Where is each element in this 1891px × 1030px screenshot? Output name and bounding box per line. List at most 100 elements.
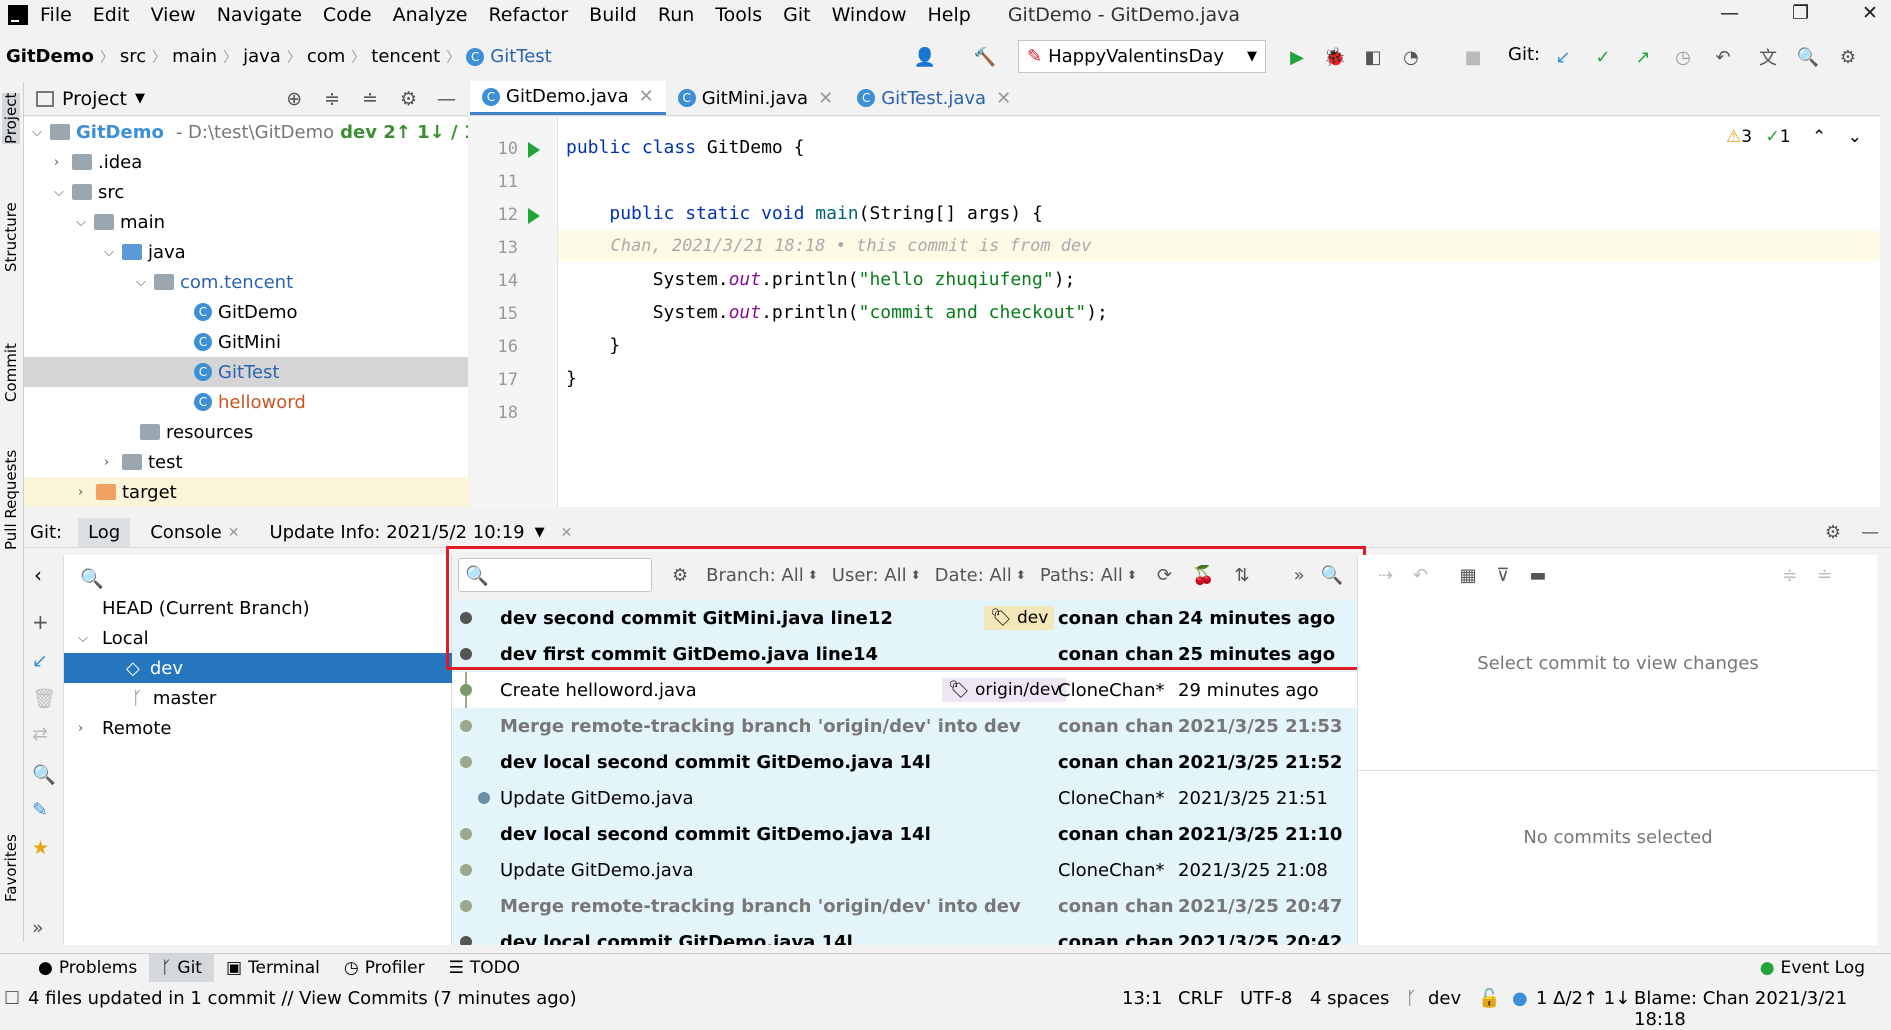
tool-tab-terminal[interactable]: ▣ Terminal — [214, 954, 332, 982]
menu-code[interactable]: Code — [323, 4, 372, 26]
blame-status[interactable]: Blame: Chan 2021/3/21 18:18 — [1634, 988, 1891, 1030]
edit-icon[interactable]: ✎ — [32, 799, 48, 821]
caret-position[interactable]: 13:1 — [1122, 988, 1162, 1009]
tool-tab-favorites[interactable]: Favorites — [2, 834, 20, 902]
run-gutter-icon[interactable] — [528, 142, 540, 158]
menu-refactor[interactable]: Refactor — [488, 4, 568, 26]
inspection-widget[interactable]: ⚠3 ✓1 ⌃ ⌄ — [1726, 127, 1862, 147]
collapse-arrow-icon[interactable]: › — [104, 455, 122, 470]
commit-row[interactable]: dev local commit GitDemo.java 14l conan c… — [452, 924, 1357, 945]
collapse-arrow-icon[interactable]: › — [78, 485, 96, 500]
tool-tab-problems[interactable]: ● Problems — [26, 954, 149, 982]
tree-item-java[interactable]: ⌵ java — [104, 237, 186, 267]
project-title[interactable]: Project — [62, 88, 127, 110]
back-arrow-icon[interactable]: ‹ — [34, 563, 42, 587]
locate-icon[interactable]: ⊕ — [286, 88, 302, 110]
breadcrumb-com[interactable]: com — [307, 46, 345, 67]
menu-build[interactable]: Build — [589, 4, 637, 26]
menu-help[interactable]: Help — [927, 4, 970, 26]
menu-tools[interactable]: Tools — [715, 4, 762, 26]
profile-icon[interactable]: ◔ — [1398, 44, 1424, 70]
translate-icon[interactable]: 文 — [1755, 44, 1781, 70]
expand-all-icon[interactable]: ≑ — [324, 88, 340, 110]
tree-item-helloword[interactable]: Chelloword — [194, 387, 306, 417]
tab-log[interactable]: Log — [78, 518, 131, 547]
rollback-icon[interactable]: ↶ — [1710, 44, 1736, 70]
close-icon[interactable]: ✕ — [818, 88, 833, 109]
menu-git[interactable]: Git — [783, 4, 810, 26]
user-icon[interactable]: 👤 — [912, 44, 938, 70]
code-editor[interactable]: 10 public class GitDemo { 11 12 public s… — [470, 117, 1880, 507]
expand-arrow-icon[interactable]: ⌵ — [136, 275, 154, 290]
status-branch[interactable]: dev — [1428, 988, 1461, 1009]
expand-arrow-icon[interactable]: ⌵ — [54, 185, 72, 200]
search-icon[interactable]: 🔍 — [32, 763, 56, 786]
breadcrumb-src[interactable]: src — [120, 46, 146, 67]
tab-gitdemo-java[interactable]: C GitDemo.java ✕ — [470, 81, 666, 115]
tree-item-gitmini[interactable]: C GitMini — [194, 327, 281, 357]
commit-row[interactable]: Update GitDemo.java CloneChan* 2021/3/25 2… — [452, 852, 1357, 888]
menu-window[interactable]: Window — [832, 4, 907, 26]
close-icon[interactable]: ✕ — [639, 86, 654, 107]
build-hammer-icon[interactable]: 🔨 — [972, 44, 998, 70]
tree-item-idea[interactable]: › .idea — [54, 147, 142, 177]
tool-tab-todo[interactable]: ☰ TODO — [437, 954, 533, 982]
lock-icon[interactable]: 🔓 — [1478, 988, 1500, 1009]
expand-arrow-icon[interactable]: ⌵ — [104, 245, 122, 260]
tree-item-main[interactable]: ⌵ main — [76, 207, 165, 237]
branch-master[interactable]: ᚴ master — [64, 683, 452, 713]
indent-setting[interactable]: 4 spaces — [1310, 988, 1389, 1009]
minimize-icon[interactable]: — — [1720, 2, 1739, 24]
run-gutter-icon[interactable] — [528, 208, 540, 224]
status-message[interactable]: 4 files updated in 1 commit // View Comm… — [28, 988, 577, 1009]
close-icon[interactable]: ✕ — [561, 525, 573, 541]
filter-icon[interactable]: ⊽ — [1496, 565, 1509, 586]
close-window-icon[interactable]: ✕ — [1862, 2, 1878, 24]
commit-row[interactable]: dev local second commit GitDemo.java 14l… — [452, 744, 1357, 780]
expand-all-icon[interactable]: ≑ — [1782, 565, 1797, 586]
search-icon[interactable]: 🔍 — [1795, 44, 1821, 70]
tree-item-test[interactable]: › test — [104, 447, 183, 477]
sync-status[interactable]: 1 Δ/2↑ 1↓ — [1536, 988, 1630, 1009]
chevron-down-icon[interactable]: ⌄ — [1848, 127, 1862, 147]
tree-item-target[interactable]: › target — [24, 477, 468, 507]
tree-item-gitdemo[interactable]: C GitDemo — [194, 297, 298, 327]
group-icon[interactable]: ▦ — [1460, 565, 1477, 586]
collapse-all-icon[interactable]: ≐ — [1817, 565, 1832, 586]
tab-gitmini-java[interactable]: C GitMini.java ✕ — [666, 81, 845, 115]
breadcrumb-java[interactable]: java — [243, 46, 281, 67]
history-icon[interactable]: ◷ — [1670, 44, 1696, 70]
add-icon[interactable]: + — [32, 610, 49, 634]
update-project-icon[interactable]: ↙ — [1550, 44, 1576, 70]
settings-gear-icon[interactable]: ⚙ — [400, 88, 417, 110]
expand-arrow-icon[interactable]: ⌵ — [76, 215, 94, 230]
more-icon[interactable]: » — [32, 917, 44, 939]
expand-arrow-icon[interactable]: ⌵ — [32, 125, 50, 140]
chevron-down-icon[interactable]: ▼ — [135, 91, 145, 106]
tab-update-info[interactable]: Update Info: 2021/5/2 10:19 — [269, 522, 524, 543]
menu-view[interactable]: View — [151, 4, 196, 26]
menu-file[interactable]: File — [40, 4, 72, 26]
settings-gear-icon[interactable]: ⚙ — [1825, 522, 1841, 543]
collapse-arrow-icon[interactable]: › — [78, 721, 96, 736]
branch-group-local[interactable]: ⌵ Local — [64, 623, 452, 653]
tab-gittest-java[interactable]: C GitTest.java ✕ — [845, 81, 1023, 115]
tab-console[interactable]: Console — [150, 522, 221, 543]
tool-tab-project[interactable]: Project — [2, 92, 20, 144]
breadcrumb-tencent[interactable]: tencent — [371, 46, 440, 67]
commit-row[interactable]: Merge remote-tracking branch 'origin/dev… — [452, 888, 1357, 924]
star-icon[interactable]: ★ — [32, 837, 49, 859]
stop-icon[interactable]: ■ — [1460, 44, 1486, 70]
tree-item-gittest[interactable]: C GitTest — [24, 357, 468, 387]
compare-icon[interactable]: ⇄ — [32, 723, 48, 745]
settings-gear-icon[interactable]: ⚙ — [1835, 44, 1861, 70]
delete-icon[interactable]: 🗑 — [32, 687, 56, 710]
close-icon[interactable]: ✕ — [996, 88, 1011, 109]
breadcrumb-main[interactable]: main — [172, 46, 217, 67]
line-separator[interactable]: CRLF — [1178, 988, 1223, 1009]
tool-tab-pull-requests[interactable]: Pull Requests — [2, 450, 20, 550]
update-icon[interactable]: ↙ — [32, 650, 48, 672]
revert-icon[interactable]: ↶ — [1413, 565, 1428, 586]
menu-run[interactable]: Run — [658, 4, 694, 26]
branch-dev[interactable]: ◇ dev — [64, 653, 452, 683]
